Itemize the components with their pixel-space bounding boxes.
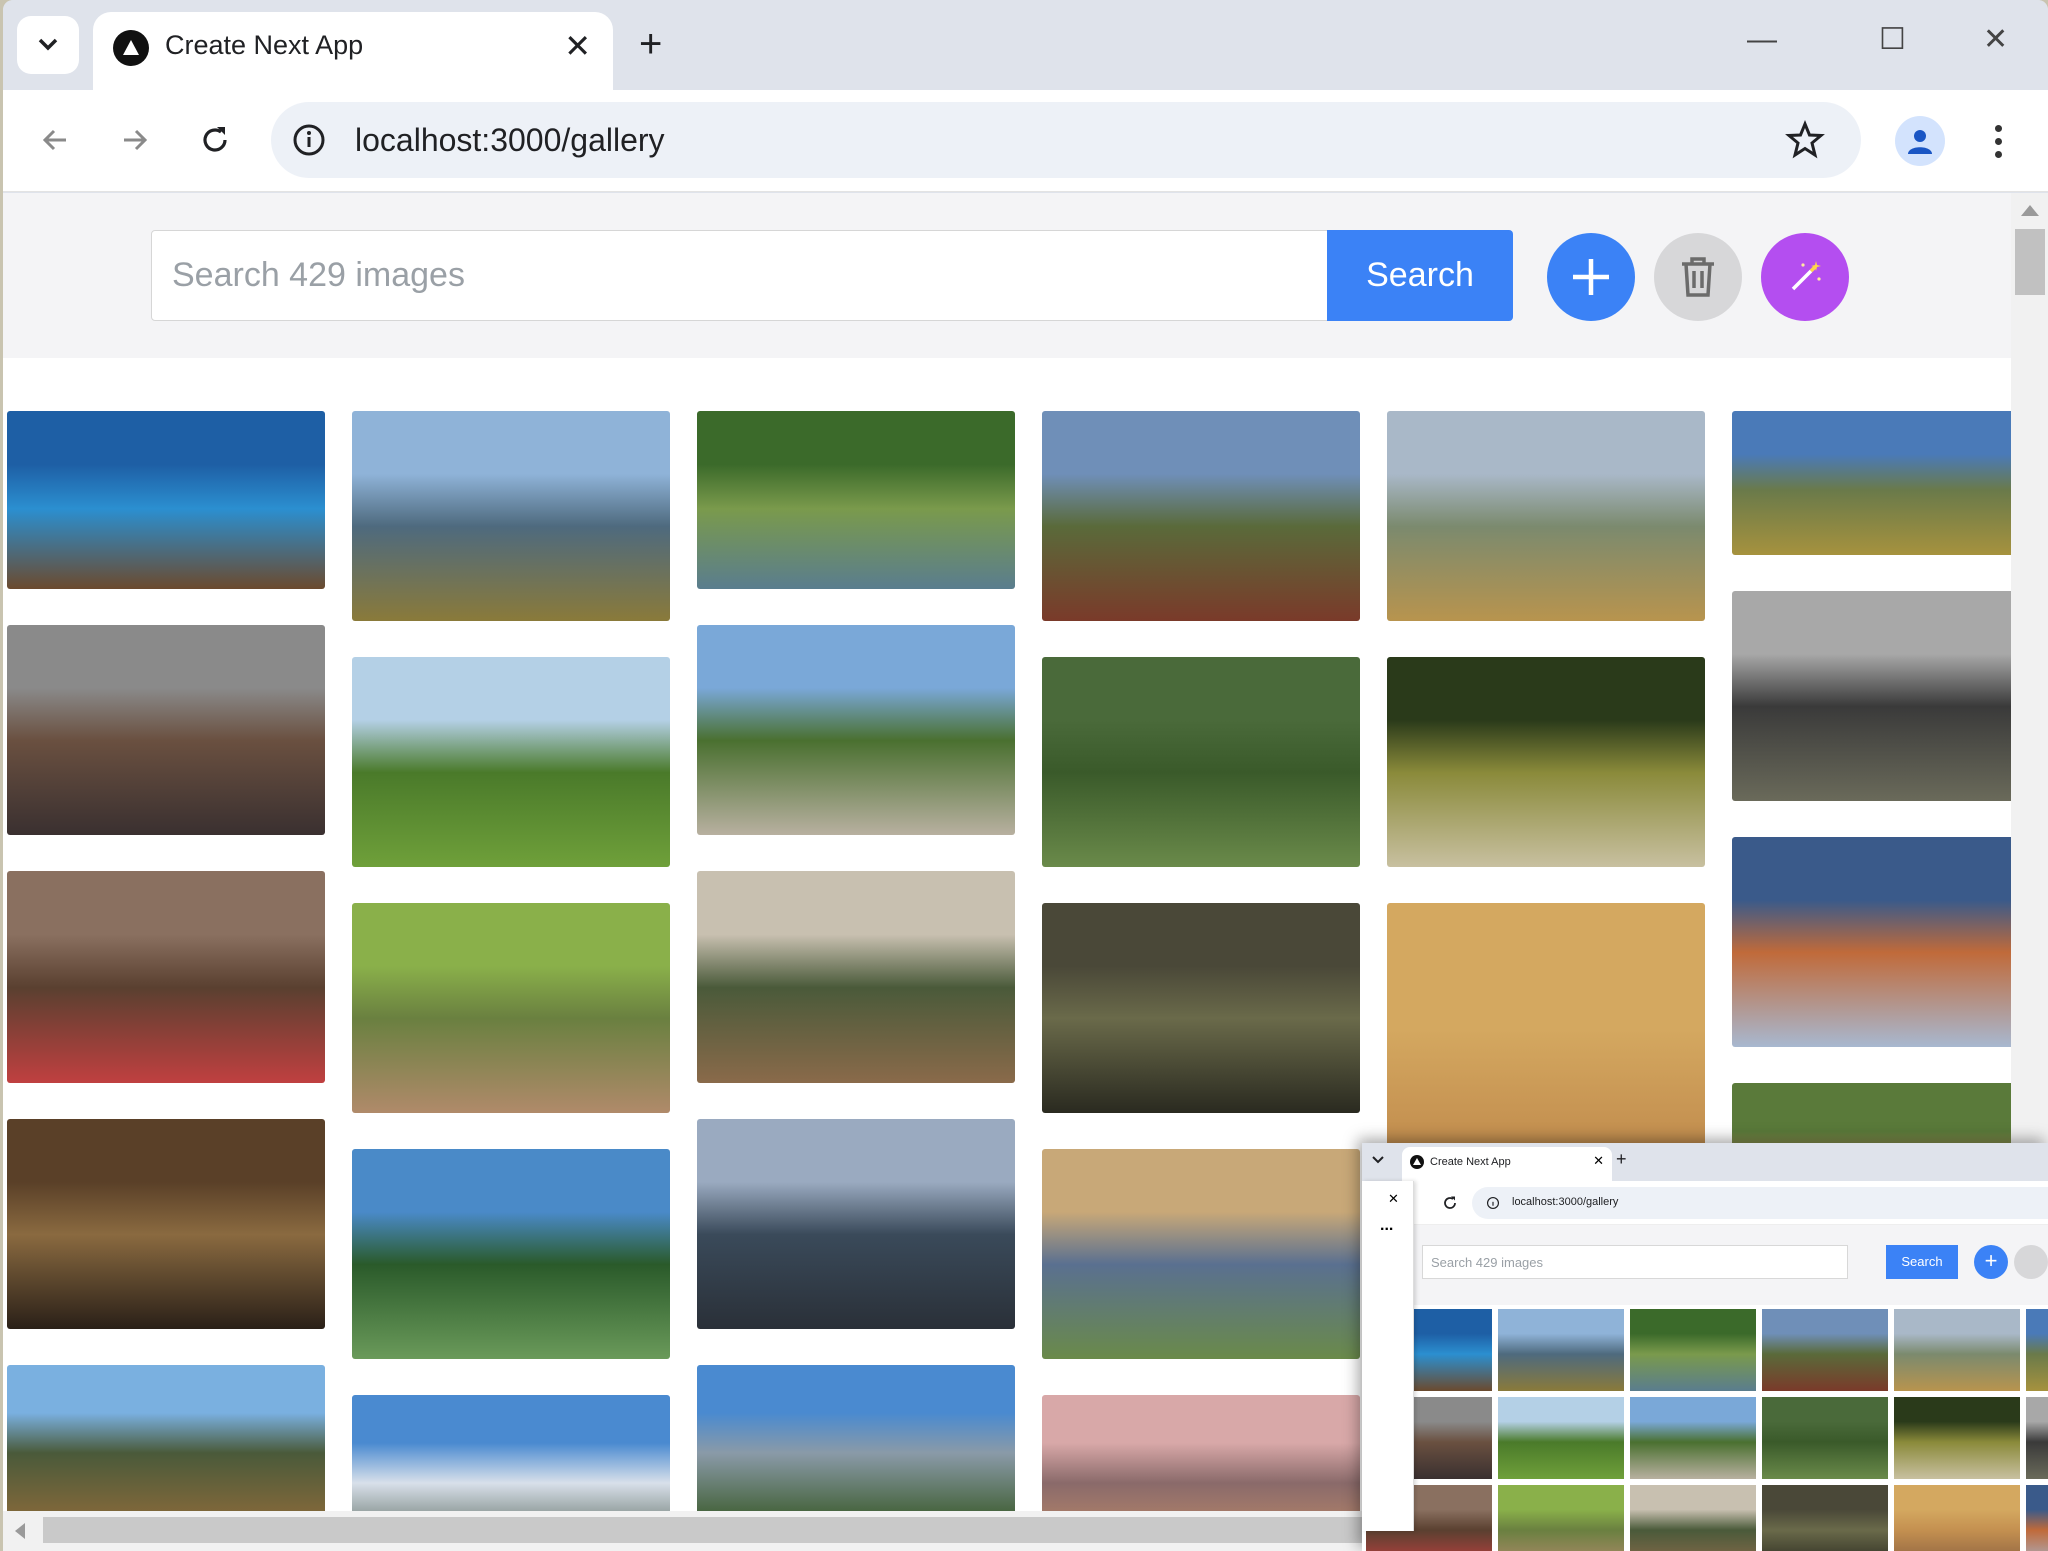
reload-icon[interactable]: [1442, 1195, 1458, 1211]
magic-wand-icon: [1791, 261, 1821, 291]
browser-toolbar: localhost:3000/gallery: [3, 90, 2048, 192]
reload-icon: [203, 127, 227, 152]
magic-button[interactable]: [1761, 233, 1849, 321]
add-image-button[interactable]: [1547, 233, 1635, 321]
back-button[interactable]: [29, 114, 81, 166]
preview-side-more-icon[interactable]: ...: [1380, 1217, 1393, 1235]
tab-close-icon[interactable]: ✕: [564, 26, 591, 66]
preview-image-field-couple[interactable]: [1894, 1309, 2020, 1391]
url-text[interactable]: localhost:3000/gallery: [355, 122, 665, 159]
preview-tab-title: Create Next App: [1430, 1156, 1511, 1168]
tab-title: Create Next App: [165, 30, 364, 60]
gallery-image-park-trees[interactable]: [352, 657, 670, 867]
gallery-image-coast-woman[interactable]: [7, 411, 325, 589]
preview-tab[interactable]: Create Next App ✕: [1402, 1147, 1612, 1181]
preview-image-town-street[interactable]: [1762, 1309, 1888, 1391]
gallery-image-forest-beach[interactable]: [697, 411, 1015, 589]
gallery-image-colonial-courtyard[interactable]: [697, 871, 1015, 1083]
gallery-image-ruined-patio[interactable]: [1042, 903, 1360, 1113]
preview-search-bar: Search 429 images Search +: [1362, 1225, 2048, 1305]
preview-image-harbor-hammock[interactable]: [2026, 1485, 2048, 1551]
tab-search-button[interactable]: [17, 16, 79, 74]
preview-side-close-icon[interactable]: ✕: [1388, 1191, 1399, 1207]
gallery-image-rock-peaks[interactable]: [697, 1365, 1015, 1511]
address-bar[interactable]: localhost:3000/gallery: [271, 102, 1861, 178]
arrow-left-icon: [42, 129, 66, 151]
gallery-image-street-market[interactable]: [7, 871, 325, 1083]
nextjs-favicon-icon: [113, 30, 149, 66]
preview-toolbar: localhost:3000/gallery: [1362, 1181, 2048, 1225]
preview-image-mountain-plain[interactable]: [1498, 1309, 1624, 1391]
preview-trash-icon[interactable]: [2014, 1245, 2048, 1279]
minimize-button[interactable]: —: [1747, 20, 1777, 60]
reload-button[interactable]: [189, 114, 241, 166]
preview-search-button[interactable]: Search: [1886, 1245, 1958, 1279]
preview-image-park-green[interactable]: [1762, 1397, 1888, 1479]
preview-image-mountain-valley[interactable]: [2026, 1309, 2048, 1391]
forward-button[interactable]: [109, 114, 161, 166]
preview-image-clock-tower-park[interactable]: [1630, 1397, 1756, 1479]
gallery-image-clock-tower-park[interactable]: [697, 625, 1015, 835]
gallery-image-old-corridor[interactable]: [7, 1119, 325, 1329]
preview-image-colonial-courtyard[interactable]: [1630, 1485, 1756, 1551]
horizontal-scroll-thumb[interactable]: [43, 1517, 1363, 1543]
new-tab-button[interactable]: +: [639, 22, 662, 66]
preview-image-tree-avenue[interactable]: [1498, 1485, 1624, 1551]
gallery-image-field-couple[interactable]: [1387, 411, 1705, 621]
scroll-up-arrow-icon[interactable]: [2021, 205, 2039, 216]
nextjs-favicon-icon: [1410, 1155, 1424, 1169]
gallery-image-mountain-plain[interactable]: [352, 411, 670, 621]
gallery-image-mountain-valley[interactable]: [1732, 411, 2011, 555]
maximize-button[interactable]: ☐: [1879, 20, 1906, 60]
chevron-down-icon: [1372, 1156, 1384, 1164]
tab-strip: Create Next App ✕ + — ☐ ✕: [3, 0, 2048, 90]
site-info-icon[interactable]: [291, 122, 327, 158]
preview-image-park-trees[interactable]: [1498, 1397, 1624, 1479]
preview-address-bar[interactable]: localhost:3000/gallery: [1472, 1187, 2048, 1219]
arrow-right-icon: [124, 129, 148, 151]
site-info-icon: [1486, 1196, 1500, 1210]
gallery-image-park-bench[interactable]: [1387, 657, 1705, 867]
gallery-image-harbor-hammock[interactable]: [1732, 837, 2011, 1047]
preview-image-forest-beach[interactable]: [1630, 1309, 1756, 1391]
close-window-button[interactable]: ✕: [1983, 20, 2008, 60]
gallery-image-mountain-lookout[interactable]: [7, 1365, 325, 1511]
gallery-image-town-street[interactable]: [1042, 411, 1360, 621]
preview-new-tab-button[interactable]: +: [1616, 1149, 1627, 1170]
preview-image-stair-bridge[interactable]: [2026, 1397, 2048, 1479]
gallery-image-mountain-clouds[interactable]: [352, 1395, 670, 1511]
trash-icon: [1682, 257, 1714, 297]
preview-image-park-bench[interactable]: [1894, 1397, 2020, 1479]
tab-active[interactable]: Create Next App ✕: [93, 12, 613, 90]
gallery-image-park-green[interactable]: [1042, 657, 1360, 867]
preview-window[interactable]: Create Next App ✕ + localhost:3000/galle…: [1362, 1143, 2048, 1551]
preview-add-button[interactable]: +: [1974, 1245, 2008, 1279]
bookmark-star-icon[interactable]: [1785, 120, 1825, 160]
person-icon: [1908, 130, 1932, 154]
preview-side-panel: ✕ ...: [1362, 1181, 1414, 1531]
preview-search-input[interactable]: Search 429 images: [1422, 1245, 1848, 1279]
profile-avatar[interactable]: [1895, 116, 1945, 166]
gallery-image-lake-mountain[interactable]: [352, 1149, 670, 1359]
gallery-image-pink-lake[interactable]: [1042, 1395, 1360, 1511]
gallery-image-rocky-lake[interactable]: [697, 1119, 1015, 1329]
plus-icon: [1573, 259, 1609, 295]
gallery-image-city-crowd[interactable]: [7, 625, 325, 835]
vertical-scroll-thumb[interactable]: [2015, 229, 2045, 295]
preview-tab-strip: Create Next App ✕ +: [1362, 1143, 2048, 1181]
gallery-search-bar: Search: [3, 193, 2011, 358]
delete-button[interactable]: [1654, 233, 1742, 321]
chevron-down-icon: [38, 38, 58, 51]
preview-tab-close-icon[interactable]: ✕: [1593, 1153, 1604, 1169]
gallery-image-tree-avenue[interactable]: [352, 903, 670, 1113]
preview-url-text: localhost:3000/gallery: [1512, 1196, 1619, 1208]
scroll-left-arrow-icon[interactable]: [15, 1523, 25, 1539]
search-button[interactable]: Search: [1327, 230, 1513, 321]
search-input[interactable]: [151, 230, 1329, 321]
browser-menu-button[interactable]: [1983, 116, 2013, 166]
gallery-image-sunset-shore[interactable]: [1042, 1149, 1360, 1359]
preview-image-ruined-patio[interactable]: [1762, 1485, 1888, 1551]
gallery-image-stair-bridge[interactable]: [1732, 591, 2011, 801]
preview-image-yellow-facade[interactable]: [1894, 1485, 2020, 1551]
